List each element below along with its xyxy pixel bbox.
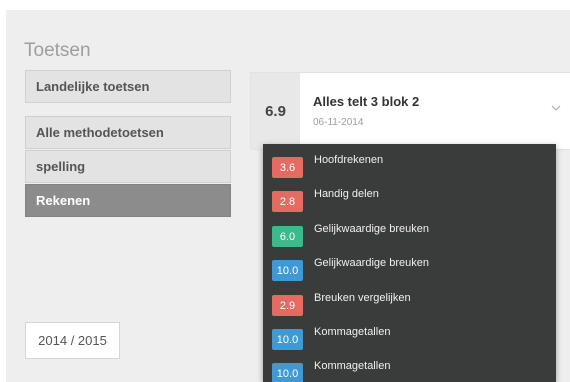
app-container: Toetsen Landelijke toetsen Alle methodet… [6, 10, 570, 382]
item-label: Breuken vergelijken [314, 292, 411, 304]
grade-badge: 3.6 [272, 157, 303, 178]
item-label: Gelijkwaardige breuken [314, 223, 429, 235]
test-name: Alles telt 3 blok 2 [313, 94, 420, 109]
page-title: Toetsen [24, 40, 91, 61]
item-label: Kommagetallen [314, 326, 391, 338]
dropdown-item[interactable]: 3.6 Hoofdrekenen [263, 149, 556, 183]
year-value: 2014 / 2015 [38, 333, 107, 348]
grade-badge: 10.0 [272, 363, 303, 382]
results-dropdown: 3.6 Hoofdrekenen 2.8 Handig delen 6.0 Ge… [263, 144, 556, 382]
dropdown-item[interactable]: 2.8 Handig delen [263, 183, 556, 217]
item-label: Gelijkwaardige breuken [314, 257, 429, 269]
sidebar-item-label: Landelijke toetsen [36, 79, 150, 94]
item-label: Kommagetallen [314, 360, 391, 372]
test-card[interactable]: 6.9 Alles telt 3 blok 2 06-11-2014 [250, 72, 570, 150]
grade-badge: 2.8 [272, 191, 303, 212]
dropdown-item[interactable]: 10.0 Kommagetallen [263, 355, 556, 382]
sidebar-item-alle-methodetoetsen[interactable]: Alle methodetoetsen [25, 116, 231, 149]
sidebar-item-label: spelling [36, 159, 86, 174]
dropdown-item[interactable]: 6.0 Gelijkwaardige breuken [263, 218, 556, 252]
test-grade: 6.9 [251, 73, 300, 149]
chevron-down-icon[interactable] [549, 101, 563, 115]
dropdown-item[interactable]: 10.0 Kommagetallen [263, 321, 556, 355]
grade-badge: 10.0 [272, 329, 303, 350]
grade-badge: 6.0 [272, 226, 303, 247]
item-label: Hoofdrekenen [314, 154, 384, 166]
dropdown-item[interactable]: 10.0 Gelijkwaardige breuken [263, 252, 556, 286]
sidebar-item-label: Rekenen [36, 193, 91, 208]
year-selector[interactable]: 2014 / 2015 [25, 322, 120, 359]
item-label: Handig delen [314, 188, 379, 200]
sidebar-item-label: Alle methodetoetsen [36, 125, 164, 140]
grade-badge: 10.0 [272, 260, 303, 281]
grade-badge: 2.9 [272, 295, 303, 316]
sidebar-item-landelijke-toetsen[interactable]: Landelijke toetsen [25, 70, 231, 103]
test-date: 06-11-2014 [313, 117, 364, 128]
sidebar-item-rekenen[interactable]: Rekenen [25, 184, 231, 217]
sidebar-item-spelling[interactable]: spelling [25, 150, 231, 183]
dropdown-item[interactable]: 2.9 Breuken vergelijken [263, 287, 556, 321]
